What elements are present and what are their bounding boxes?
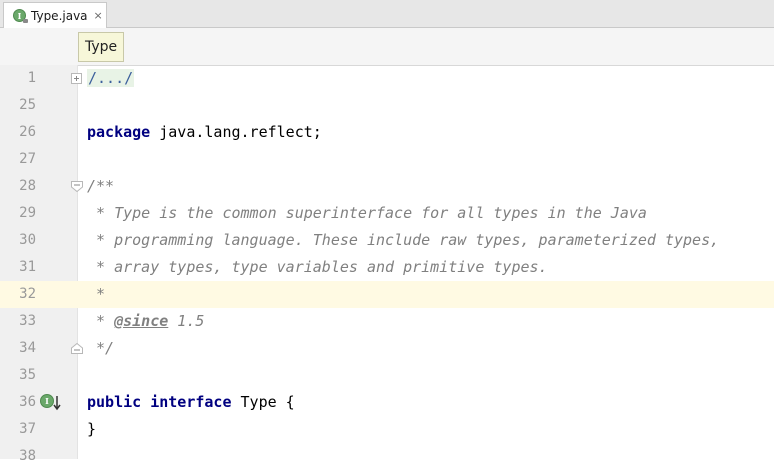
keyword: package bbox=[87, 123, 151, 141]
line-number: 27 bbox=[19, 151, 36, 167]
line-number: 28 bbox=[19, 178, 36, 194]
line-number: 26 bbox=[19, 124, 36, 140]
javadoc-tag[interactable]: @since bbox=[114, 312, 168, 330]
code-line[interactable]: 30 * programming language. These include… bbox=[0, 227, 774, 254]
folded-region[interactable]: /.../ bbox=[87, 69, 135, 87]
line-number: 33 bbox=[19, 313, 36, 329]
line-number: 37 bbox=[19, 421, 36, 437]
code-fragment: java.lang.reflect; bbox=[150, 123, 322, 141]
code-line[interactable]: 28 /** bbox=[0, 173, 774, 200]
code-text: } bbox=[87, 420, 97, 438]
code-line[interactable]: 35 bbox=[0, 362, 774, 389]
code-line[interactable]: 27 bbox=[0, 146, 774, 173]
doc-comment: * Type is the common superinterface for … bbox=[87, 204, 647, 222]
code-line[interactable]: 33 * @since 1.5 bbox=[0, 308, 774, 335]
interface-file-icon: I bbox=[13, 9, 28, 23]
code-line[interactable]: 36 I public interface Type { bbox=[0, 389, 774, 416]
code-line[interactable]: 31 * array types, type variables and pri… bbox=[0, 254, 774, 281]
doc-comment: * @since 1.5 bbox=[87, 308, 204, 335]
doc-comment: * bbox=[87, 285, 106, 303]
line-number: 1 bbox=[27, 70, 36, 86]
tooltip: Type bbox=[78, 32, 125, 62]
line-number: 35 bbox=[19, 367, 36, 383]
fold-collapse-icon[interactable] bbox=[71, 181, 83, 192]
code-line[interactable]: 1 /.../ bbox=[0, 65, 774, 92]
doc-comment: */ bbox=[87, 339, 115, 357]
arrow-down-icon[interactable] bbox=[52, 395, 62, 411]
code-fragment: Type { bbox=[231, 393, 295, 411]
code-text: public interface Type { bbox=[87, 389, 295, 416]
doc-comment: /** bbox=[87, 177, 115, 195]
close-icon[interactable]: × bbox=[94, 9, 103, 22]
line-number: 38 bbox=[19, 448, 36, 464]
line-number: 30 bbox=[19, 232, 36, 248]
code-editor[interactable]: 1 /.../ 25 26 package java.lang.reflect;… bbox=[0, 65, 774, 464]
code-line-current[interactable]: 32 * bbox=[0, 281, 774, 308]
doc-comment: * array types, type variables and primit… bbox=[87, 258, 548, 276]
line-number: 29 bbox=[19, 205, 36, 221]
doc-comment: * programming language. These include ra… bbox=[87, 231, 720, 249]
doc-fragment: 1.5 bbox=[168, 312, 205, 330]
code-line[interactable]: 37 } bbox=[0, 416, 774, 443]
fold-end-icon[interactable] bbox=[71, 343, 83, 354]
tab-type-java[interactable]: I Type.java × bbox=[3, 2, 107, 28]
code-line[interactable]: 29 * Type is the common superinterface f… bbox=[0, 200, 774, 227]
code-line[interactable]: 34 */ bbox=[0, 335, 774, 362]
code-text: /.../ bbox=[87, 65, 135, 92]
fold-expand-icon[interactable] bbox=[71, 73, 82, 84]
code-text: package java.lang.reflect; bbox=[87, 119, 322, 146]
code-line[interactable]: 25 bbox=[0, 92, 774, 119]
line-number: 32 bbox=[19, 286, 36, 302]
line-number: 25 bbox=[19, 97, 36, 113]
doc-prefix: * bbox=[87, 312, 115, 330]
line-number: 36 bbox=[19, 394, 36, 410]
code-line[interactable]: 26 package java.lang.reflect; bbox=[0, 119, 774, 146]
tab-label: Type.java bbox=[31, 8, 88, 23]
keyword: public interface bbox=[87, 393, 232, 411]
line-number: 31 bbox=[19, 259, 36, 275]
editor-tab-bar: I Type.java × bbox=[0, 0, 774, 28]
line-number: 34 bbox=[19, 340, 36, 356]
code-line[interactable]: 38 bbox=[0, 443, 774, 470]
